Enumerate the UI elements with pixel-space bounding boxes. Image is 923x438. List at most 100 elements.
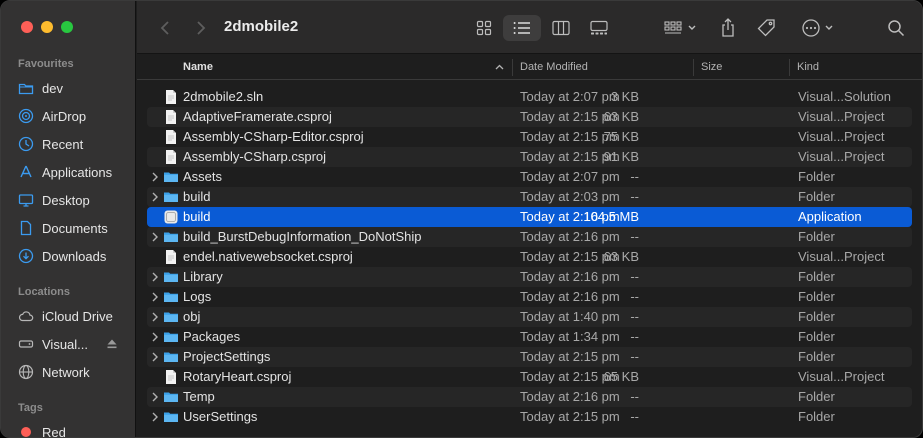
- column-divider[interactable]: [512, 59, 513, 76]
- file-kind: Folder: [798, 169, 835, 184]
- column-name-header[interactable]: Name: [183, 61, 213, 73]
- disclosure-triangle-icon[interactable]: [151, 231, 159, 243]
- file-row[interactable]: build Today at 2:03 pm -- Folder: [147, 187, 912, 207]
- column-view-button[interactable]: [545, 15, 577, 41]
- search-icon: [888, 20, 905, 37]
- document-file-icon: [166, 130, 176, 144]
- file-row[interactable]: Assembly-CSharp-Editor.csproj Today at 2:…: [147, 127, 912, 147]
- minimize-window-button[interactable]: [41, 21, 53, 33]
- file-row[interactable]: ProjectSettings Today at 2:15 pm -- Folder: [147, 347, 912, 367]
- disclosure-triangle-icon[interactable]: [151, 191, 159, 203]
- file-row[interactable]: endel.nativewebsocket.csproj Today at 2:1…: [147, 247, 912, 267]
- file-kind: Folder: [798, 389, 835, 404]
- file-size: --: [630, 409, 639, 424]
- document-file-icon: [166, 370, 176, 384]
- file-size: --: [630, 309, 639, 324]
- disclosure-triangle-icon[interactable]: [151, 391, 159, 403]
- file-row[interactable]: Assembly-CSharp.csproj Today at 2:15 pm 91…: [147, 147, 912, 167]
- list-icon: [513, 22, 530, 34]
- file-kind: Folder: [798, 309, 835, 324]
- sidebar-item-label: Visual...: [42, 336, 89, 352]
- sidebar-item-visual-disk[interactable]: Visual...: [18, 333, 130, 355]
- download-icon: [18, 248, 34, 264]
- file-row[interactable]: Packages Today at 1:34 pm -- Folder: [147, 327, 912, 347]
- disclosure-triangle-icon[interactable]: [151, 171, 159, 183]
- file-row[interactable]: build_BurstDebugInformation_DoNotShip Tod…: [147, 227, 912, 247]
- file-row[interactable]: obj Today at 1:40 pm -- Folder: [147, 307, 912, 327]
- sidebar-item-desktop[interactable]: Desktop: [18, 189, 130, 211]
- tag-icon: [757, 19, 775, 37]
- window-title: 2dmobile2: [224, 18, 299, 35]
- desktop-icon: [18, 192, 34, 208]
- zoom-window-button[interactable]: [61, 21, 73, 33]
- file-kind: Visual...Solution: [798, 89, 891, 104]
- close-window-button[interactable]: [21, 21, 33, 33]
- eject-icon[interactable]: [106, 338, 118, 350]
- file-row[interactable]: RotaryHeart.csproj Today at 2:15 pm 65 KB V…: [147, 367, 912, 387]
- file-size: --: [630, 389, 639, 404]
- sort-ascending-icon[interactable]: [495, 64, 504, 70]
- file-row[interactable]: build Today at 2:16 pm 104.5 MB Application: [147, 207, 912, 227]
- application-icon: [164, 210, 178, 224]
- file-size: 63 KB: [603, 109, 639, 124]
- search-button[interactable]: [883, 15, 909, 41]
- file-row[interactable]: Temp Today at 2:16 pm -- Folder: [147, 387, 912, 407]
- sidebar-item-recent[interactable]: Recent: [18, 133, 130, 155]
- list-view-button[interactable]: [503, 15, 541, 41]
- share-icon: [722, 18, 734, 37]
- sidebar-item-downloads[interactable]: Downloads: [18, 245, 130, 267]
- folder-icon: [18, 80, 34, 96]
- sidebar-item-applications[interactable]: Applications: [18, 161, 130, 183]
- disclosure-triangle-icon[interactable]: [151, 311, 159, 323]
- file-size: --: [630, 349, 639, 364]
- more-actions-button[interactable]: [797, 15, 837, 41]
- file-date-modified: Today at 2:15 pm: [520, 409, 620, 424]
- file-list: 2dmobile2.sln Today at 2:07 pm 3 KB Visual.…: [137, 87, 922, 427]
- sidebar-item-dev[interactable]: dev: [18, 77, 130, 99]
- file-row[interactable]: AdaptiveFramerate.csproj Today at 2:15 pm…: [147, 107, 912, 127]
- chevron-right-icon: [197, 21, 206, 35]
- share-button[interactable]: [715, 15, 741, 41]
- file-row[interactable]: 2dmobile2.sln Today at 2:07 pm 3 KB Visual.…: [147, 87, 912, 107]
- file-row[interactable]: Assets Today at 2:07 pm -- Folder: [147, 167, 912, 187]
- disclosure-triangle-icon[interactable]: [151, 411, 159, 423]
- tags-button[interactable]: [753, 15, 781, 41]
- network-icon: [18, 364, 34, 380]
- sidebar-item-label: Red: [42, 424, 66, 438]
- sidebar-item-label: Documents: [42, 220, 108, 236]
- folder-icon: [164, 352, 178, 362]
- column-kind-header[interactable]: Kind: [797, 61, 819, 73]
- column-divider[interactable]: [693, 59, 694, 76]
- group-by-button[interactable]: [660, 15, 700, 41]
- gallery-view-button[interactable]: [583, 15, 615, 41]
- back-button[interactable]: [155, 15, 175, 41]
- folder-icon: [164, 292, 178, 302]
- sidebar-section-favourites: Favourites: [18, 58, 74, 70]
- file-kind: Folder: [798, 269, 835, 284]
- file-row[interactable]: Logs Today at 2:16 pm -- Folder: [147, 287, 912, 307]
- file-name: ProjectSettings: [183, 349, 271, 364]
- sidebar-item-tag-red[interactable]: Red: [18, 421, 130, 438]
- disclosure-triangle-icon[interactable]: [151, 331, 159, 343]
- sidebar-item-documents[interactable]: Documents: [18, 217, 130, 239]
- sidebar-item-icloud-drive[interactable]: iCloud Drive: [18, 305, 130, 327]
- sidebar-item-network[interactable]: Network: [18, 361, 130, 383]
- file-row[interactable]: Library Today at 2:16 pm -- Folder: [147, 267, 912, 287]
- disclosure-triangle-icon[interactable]: [151, 291, 159, 303]
- column-date-header[interactable]: Date Modified: [520, 61, 588, 73]
- icon-view-button[interactable]: [468, 15, 500, 41]
- disclosure-triangle-icon[interactable]: [151, 351, 159, 363]
- file-name: endel.nativewebsocket.csproj: [183, 249, 353, 264]
- forward-button[interactable]: [191, 15, 211, 41]
- file-size: --: [630, 329, 639, 344]
- file-size: --: [630, 289, 639, 304]
- file-name: Packages: [183, 329, 241, 344]
- file-name: UserSettings: [183, 409, 258, 424]
- chevron-down-icon: [688, 25, 696, 30]
- finder-window: Favourites dev AirDrop Recent Applicatio…: [0, 0, 923, 438]
- file-row[interactable]: UserSettings Today at 2:15 pm -- Folder: [147, 407, 912, 427]
- sidebar-item-airdrop[interactable]: AirDrop: [18, 105, 130, 127]
- disclosure-triangle-icon[interactable]: [151, 271, 159, 283]
- column-size-header[interactable]: Size: [701, 61, 722, 73]
- column-divider[interactable]: [789, 59, 790, 76]
